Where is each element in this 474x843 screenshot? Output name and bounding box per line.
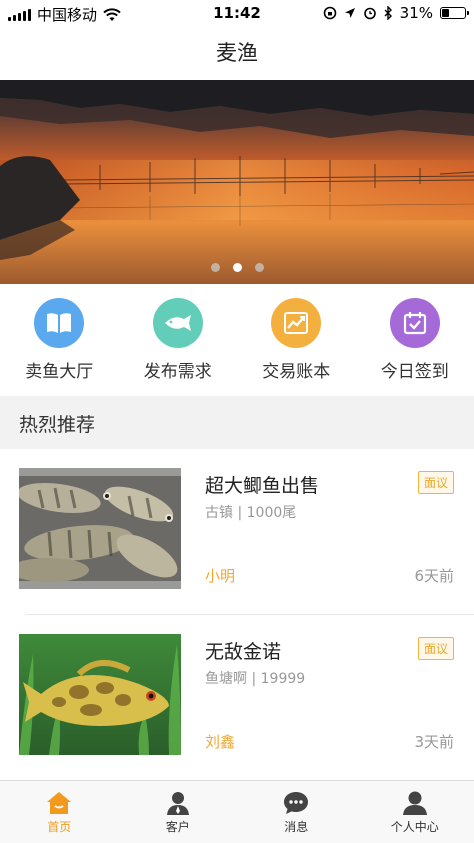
bluetooth-icon [384, 6, 392, 20]
listing-time: 6天前 [414, 567, 454, 585]
quick-menu-icon-circle [152, 298, 203, 348]
list-item[interactable]: 超大鲫鱼出售 古镇 | 1000尾 面议 小明 6天前 [0, 449, 474, 615]
quick-menu-fish-hall[interactable]: 卖鱼大厅 [0, 284, 119, 396]
quick-menu-icon-circle [271, 298, 322, 348]
listing-location: 古镇 [205, 505, 233, 521]
quick-menu-ledger[interactable]: 交易账本 [237, 284, 356, 396]
location-icon [344, 8, 355, 18]
quick-menu-label: 卖鱼大厅 [25, 362, 94, 382]
listing-thumbnail [19, 634, 181, 755]
quick-menu-post-demand[interactable]: 发布需求 [119, 284, 238, 396]
chart-icon [284, 312, 309, 334]
listing-user[interactable]: 小明 [205, 565, 235, 586]
listing-location: 鱼塘啊 [205, 671, 247, 687]
quick-menu-checkin[interactable]: 今日签到 [356, 284, 474, 396]
message-icon [284, 792, 309, 814]
tab-profile[interactable]: 个人中心 [356, 781, 474, 843]
nav-bar: 麦渔 [0, 26, 474, 80]
carousel-indicator[interactable] [0, 263, 474, 272]
status-bar: 中国移动 11:42 31% [0, 0, 474, 26]
tab-label: 客户 [165, 820, 190, 834]
section-header: 热烈推荐 [0, 396, 474, 449]
carousel-dot[interactable] [232, 263, 242, 272]
profile-icon [402, 791, 427, 815]
quick-menu: 卖鱼大厅 发布需求 交易账本 今日签到 [0, 284, 474, 396]
listing-meta: 鱼塘啊 | 19999 [205, 671, 306, 687]
tab-messages[interactable]: 消息 [237, 781, 356, 843]
listing-time: 3天前 [414, 733, 454, 751]
carousel-dot[interactable] [210, 263, 220, 272]
book-icon [47, 313, 72, 333]
home-icon [47, 792, 72, 814]
page-title: 麦渔 [216, 41, 258, 65]
tab-home[interactable]: 首页 [0, 781, 119, 843]
fish-icon [164, 315, 191, 331]
listing-list: 超大鲫鱼出售 古镇 | 1000尾 面议 小明 6天前 无敌金诺 鱼塘啊 | 1… [0, 449, 474, 781]
battery-icon [440, 7, 469, 19]
listing-user[interactable]: 刘鑫 [205, 731, 235, 752]
status-icons: 31% [323, 4, 469, 22]
price-badge: 面议 [417, 637, 454, 660]
listing-thumbnail [19, 468, 181, 589]
listing-title: 无敌金诺 [205, 641, 282, 663]
tab-label: 首页 [47, 820, 72, 834]
banner-image [0, 80, 474, 284]
quick-menu-icon-circle [389, 298, 440, 348]
quick-menu-icon-circle [34, 298, 85, 348]
battery-percent: 31% [399, 4, 433, 22]
calendar-check-icon [403, 312, 426, 335]
tab-label: 个人中心 [390, 820, 439, 834]
listing-title: 超大鲫鱼出售 [205, 475, 320, 497]
quick-menu-label: 交易账本 [262, 362, 331, 382]
banner-carousel[interactable] [0, 80, 474, 284]
price-badge: 面议 [417, 471, 454, 494]
orientation-lock-icon [323, 6, 336, 20]
carousel-dot[interactable] [254, 263, 264, 272]
alarm-icon [363, 7, 376, 20]
tab-customers[interactable]: 客户 [119, 781, 238, 843]
listing-quantity: 1000尾 [246, 505, 297, 521]
list-item[interactable]: 无敌金诺 鱼塘啊 | 19999 面议 刘鑫 3天前 [0, 615, 474, 781]
customer-icon [166, 792, 189, 815]
quick-menu-label: 发布需求 [143, 362, 212, 382]
tab-bar: 首页 客户 消息 个人中心 [0, 780, 474, 843]
listing-quantity: 19999 [260, 671, 306, 687]
quick-menu-label: 今日签到 [380, 362, 449, 382]
section-title: 热烈推荐 [19, 414, 96, 436]
listing-meta: 古镇 | 1000尾 [205, 505, 297, 521]
tab-label: 消息 [284, 820, 309, 834]
